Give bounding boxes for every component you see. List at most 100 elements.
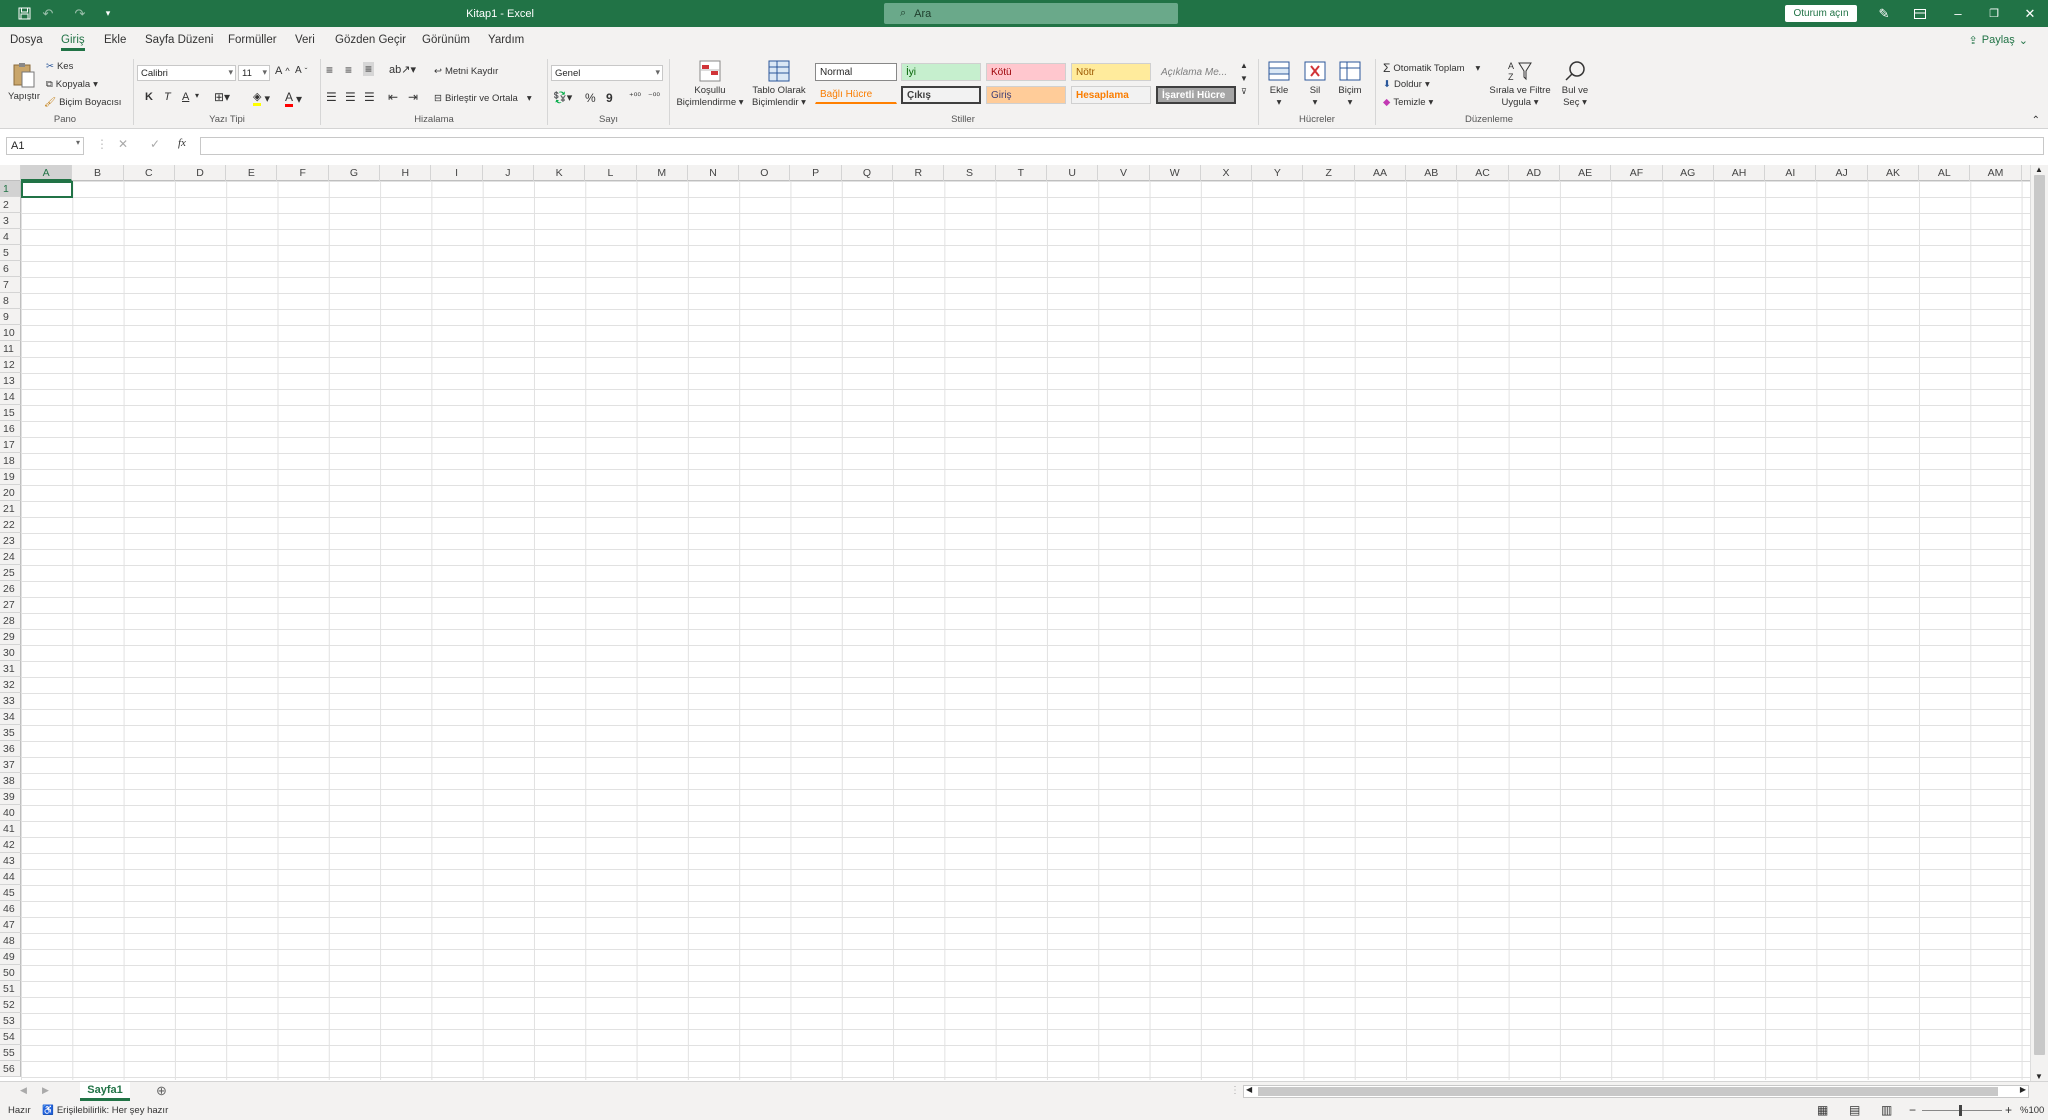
next-sheet-icon[interactable]: ▶ bbox=[42, 1085, 49, 1096]
fill-button[interactable]: ⬇ Doldur ▾ bbox=[1383, 79, 1430, 90]
autosum-button[interactable]: Σ Otomatik Toplam ▾ bbox=[1383, 61, 1480, 75]
underline-dropdown-icon[interactable]: ▾ bbox=[195, 91, 199, 100]
cells-area[interactable] bbox=[21, 181, 2030, 1080]
style-check-cell[interactable]: İşaretli Hücre bbox=[1156, 86, 1236, 104]
zoom-slider-thumb[interactable] bbox=[1959, 1105, 1962, 1116]
column-header-b[interactable]: B bbox=[72, 165, 124, 181]
page-layout-view-icon[interactable]: ▤ bbox=[1849, 1103, 1860, 1117]
row-header-3[interactable]: 3 bbox=[0, 213, 21, 229]
column-header-k[interactable]: K bbox=[534, 165, 586, 181]
scroll-down-icon[interactable]: ▼ bbox=[2035, 1072, 2043, 1081]
accessibility-status[interactable]: ♿ Erişilebilirlik: Her şey hazır bbox=[42, 1105, 168, 1116]
row-header-41[interactable]: 41 bbox=[0, 821, 21, 837]
row-header-27[interactable]: 27 bbox=[0, 597, 21, 613]
percent-icon[interactable]: % bbox=[585, 91, 596, 105]
copy-button[interactable]: ⧉ Kopyala ▾ bbox=[46, 79, 98, 90]
column-header-x[interactable]: X bbox=[1201, 165, 1253, 181]
number-format-combo[interactable]: Genel bbox=[551, 65, 663, 81]
column-header-c[interactable]: C bbox=[124, 165, 175, 181]
font-size-combo[interactable]: 11 bbox=[238, 65, 270, 81]
cancel-icon[interactable]: ✕ bbox=[118, 137, 128, 151]
column-header-ak[interactable]: AK bbox=[1868, 165, 1920, 181]
column-header-n[interactable]: N bbox=[688, 165, 740, 181]
insert-cells-button[interactable]: Ekle ▾ bbox=[1264, 59, 1294, 109]
row-header-48[interactable]: 48 bbox=[0, 933, 21, 949]
column-header-ai[interactable]: AI bbox=[1765, 165, 1817, 181]
column-header-ae[interactable]: AE bbox=[1560, 165, 1612, 181]
grow-font-icon[interactable]: A ^ bbox=[275, 65, 290, 77]
paste-button[interactable]: Yapıştır bbox=[6, 61, 42, 103]
share-button[interactable]: ⇪ Paylaş ⌄ bbox=[1963, 31, 2034, 49]
font-name-combo[interactable]: Calibri bbox=[137, 65, 236, 81]
decrease-indent-icon[interactable]: ⇤ bbox=[388, 90, 398, 104]
style-output[interactable]: Çıkış bbox=[901, 86, 981, 104]
tab-veri[interactable]: Veri bbox=[295, 27, 315, 53]
enter-icon[interactable]: ✓ bbox=[150, 137, 160, 151]
merge-center-button[interactable]: ⊟ Birleştir ve Ortala ▾ bbox=[434, 93, 532, 104]
tab-sayfa-duzeni[interactable]: Sayfa Düzeni bbox=[145, 27, 213, 53]
shrink-font-icon[interactable]: Aˇ bbox=[295, 65, 307, 76]
column-header-q[interactable]: Q bbox=[842, 165, 894, 181]
column-header-p[interactable]: P bbox=[791, 165, 842, 181]
zoom-in-icon[interactable]: + bbox=[2005, 1103, 2012, 1117]
row-header-43[interactable]: 43 bbox=[0, 853, 21, 869]
vertical-scrollbar[interactable]: ▲ ▼ bbox=[2030, 165, 2048, 1081]
row-header-53[interactable]: 53 bbox=[0, 1013, 21, 1029]
row-header-25[interactable]: 25 bbox=[0, 565, 21, 581]
styles-scroll-icon[interactable]: ▲ ▼ ⊽ bbox=[1240, 61, 1248, 96]
format-painter-button[interactable]: 🖌 Biçim Boyacısı bbox=[44, 97, 121, 108]
column-header-v[interactable]: V bbox=[1098, 165, 1150, 181]
row-header-30[interactable]: 30 bbox=[0, 645, 21, 661]
row-header-10[interactable]: 10 bbox=[0, 325, 21, 341]
tab-dosya[interactable]: Dosya bbox=[10, 27, 43, 53]
row-header-54[interactable]: 54 bbox=[0, 1029, 21, 1045]
row-header-33[interactable]: 33 bbox=[0, 693, 21, 709]
save-icon[interactable] bbox=[14, 0, 34, 27]
insert-function-icon[interactable]: fx bbox=[178, 137, 186, 149]
customize-qat-icon[interactable]: ▾ bbox=[102, 0, 114, 27]
align-middle-icon[interactable]: ≡ bbox=[345, 63, 352, 77]
vertical-scroll-thumb[interactable] bbox=[2034, 175, 2045, 1055]
sort-filter-button[interactable]: AZ Sırala ve Filtre Uygula ▾ bbox=[1489, 59, 1551, 109]
row-header-35[interactable]: 35 bbox=[0, 725, 21, 741]
column-header-am[interactable]: AM bbox=[1970, 165, 2022, 181]
align-left-icon[interactable]: ☰ bbox=[326, 90, 337, 104]
style-bad[interactable]: Kötü bbox=[986, 63, 1066, 81]
column-header-ad[interactable]: AD bbox=[1509, 165, 1560, 181]
clear-button[interactable]: ◆ Temizle ▾ bbox=[1383, 97, 1433, 108]
tab-ekle[interactable]: Ekle bbox=[104, 27, 126, 53]
row-header-8[interactable]: 8 bbox=[0, 293, 21, 309]
column-header-i[interactable]: I bbox=[431, 165, 483, 181]
row-header-17[interactable]: 17 bbox=[0, 437, 21, 453]
minimize-icon[interactable]: – bbox=[1948, 0, 1968, 27]
align-top-icon[interactable]: ≡ bbox=[326, 63, 333, 77]
row-header-34[interactable]: 34 bbox=[0, 709, 21, 725]
row-header-39[interactable]: 39 bbox=[0, 789, 21, 805]
row-header-26[interactable]: 26 bbox=[0, 581, 21, 597]
row-header-28[interactable]: 28 bbox=[0, 613, 21, 629]
format-cells-button[interactable]: Biçim ▾ bbox=[1334, 59, 1366, 109]
redo-icon[interactable]: ↷ bbox=[72, 0, 88, 27]
orientation-icon[interactable]: ab↗▾ bbox=[389, 63, 416, 76]
page-break-view-icon[interactable]: ▥ bbox=[1881, 1103, 1892, 1117]
column-header-d[interactable]: D bbox=[175, 165, 227, 181]
style-good[interactable]: İyi bbox=[901, 63, 981, 81]
zoom-level[interactable]: %100 bbox=[2020, 1105, 2044, 1116]
delete-cells-button[interactable]: Sil ▾ bbox=[1300, 59, 1330, 109]
column-header-r[interactable]: R bbox=[893, 165, 945, 181]
column-header-u[interactable]: U bbox=[1047, 165, 1099, 181]
row-header-5[interactable]: 5 bbox=[0, 245, 21, 261]
column-header-aj[interactable]: AJ bbox=[1817, 165, 1868, 181]
decrease-decimal-icon[interactable]: ⁻⁰⁰ bbox=[648, 91, 660, 102]
format-as-table-button[interactable]: Tablo Olarak Biçimlendir ▾ bbox=[751, 59, 807, 109]
row-header-56[interactable]: 56 bbox=[0, 1061, 21, 1077]
bold-button[interactable]: K bbox=[145, 91, 153, 103]
horizontal-scroll-thumb[interactable] bbox=[1258, 1087, 1998, 1096]
increase-indent-icon[interactable]: ⇥ bbox=[408, 90, 418, 104]
row-header-12[interactable]: 12 bbox=[0, 357, 21, 373]
column-header-w[interactable]: W bbox=[1150, 165, 1201, 181]
collapse-ribbon-icon[interactable]: ⌃ bbox=[2032, 115, 2040, 126]
column-header-e[interactable]: E bbox=[226, 165, 278, 181]
style-linked-cell[interactable]: Bağlı Hücre bbox=[815, 86, 897, 104]
style-calculation[interactable]: Hesaplama bbox=[1071, 86, 1151, 104]
